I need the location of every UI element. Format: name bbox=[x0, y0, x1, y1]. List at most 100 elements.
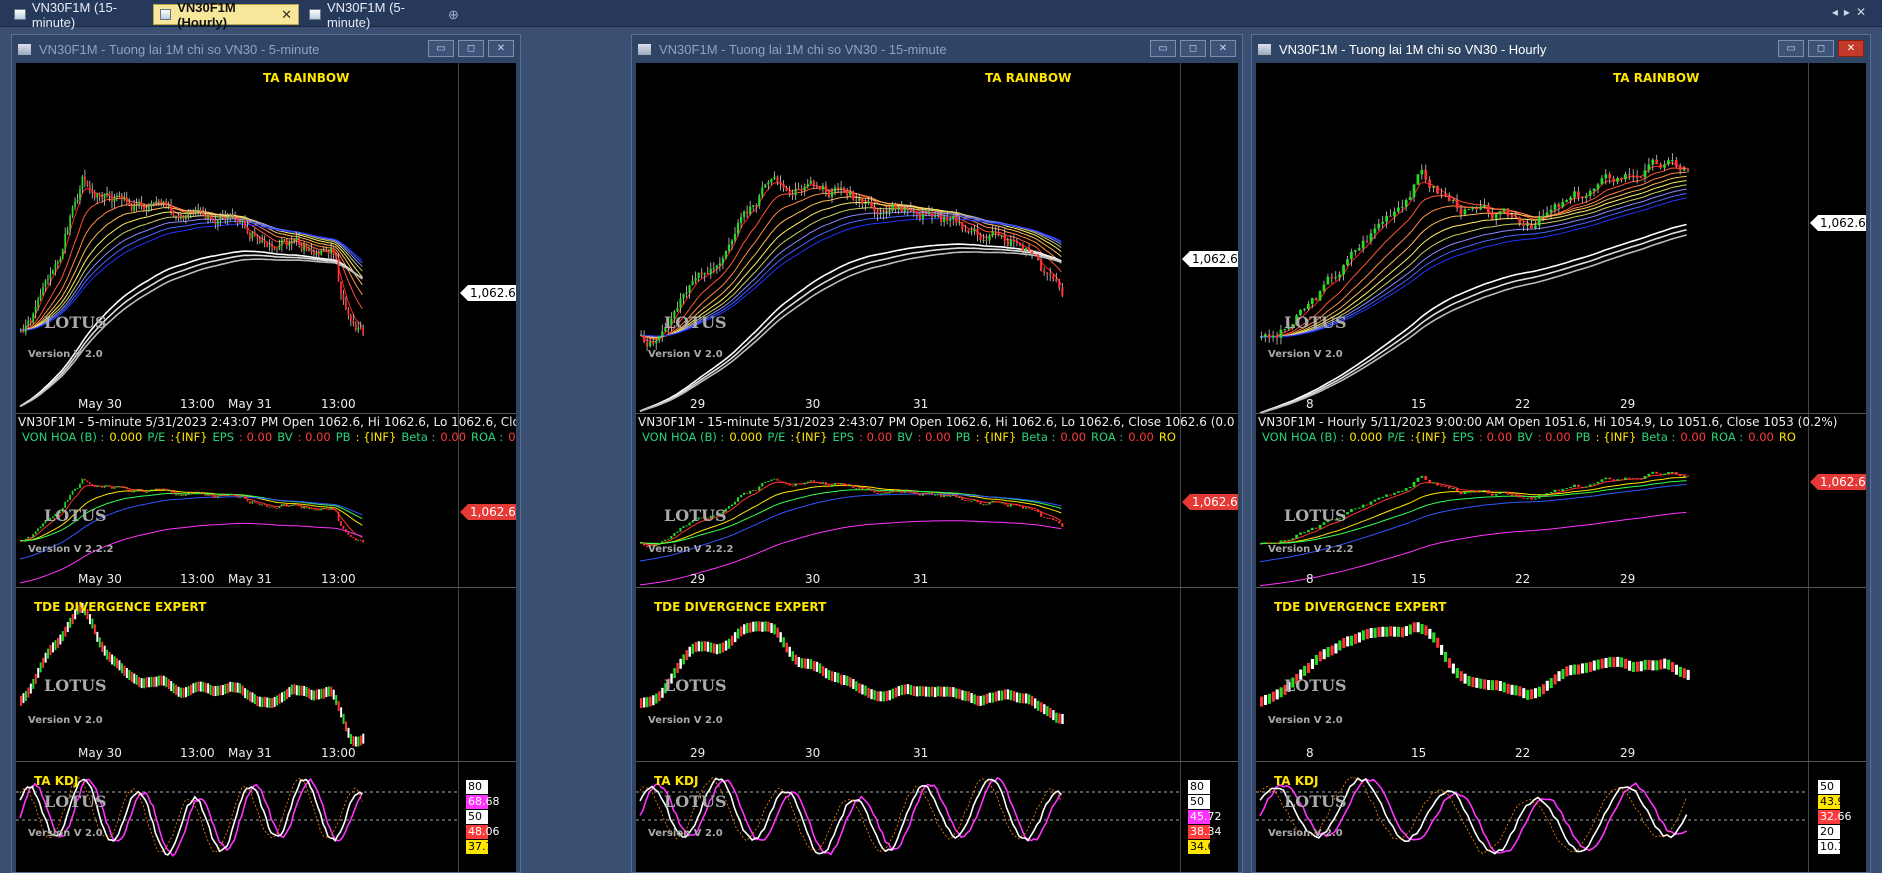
kdj-scale[interactable]: 50 43.9 32.66 20 10.17 bbox=[1808, 762, 1866, 872]
kdj-scale[interactable]: 80 50 45.72 38.34 34.65 bbox=[1180, 762, 1238, 872]
candle-body bbox=[818, 482, 821, 484]
close-button[interactable]: ✕ bbox=[1838, 40, 1864, 57]
price-scale[interactable]: 1,062.6 bbox=[1180, 414, 1238, 588]
price-scale[interactable]: 1,062.6 bbox=[458, 414, 516, 588]
candle-body bbox=[1533, 498, 1537, 500]
candle-body bbox=[138, 202, 140, 205]
fundamental-o: RO bbox=[1158, 430, 1176, 444]
kdj-lines[interactable] bbox=[16, 762, 458, 872]
candle-body bbox=[915, 211, 918, 215]
tde-divergence-pane[interactable]: TDE DIVERGENCE EXPERT LOTUS Version V 2.… bbox=[1256, 587, 1866, 762]
candle-body bbox=[268, 506, 271, 508]
window-titlebar[interactable]: VN30F1M - Tuong lai 1M chi so VN30 - 15-… bbox=[632, 35, 1242, 63]
tde-bar bbox=[1565, 666, 1569, 677]
kdj-lines[interactable] bbox=[1256, 762, 1808, 872]
secondary-price-pane[interactable]: VN30F1M - 5-minute 5/31/2023 2:43:07 PM … bbox=[16, 413, 516, 588]
candle-body bbox=[44, 280, 47, 288]
tde-bar bbox=[815, 661, 819, 672]
chart-window-3[interactable]: VN30F1M - Tuong lai 1M chi so VN30 - Hou… bbox=[1251, 34, 1871, 873]
time-axis-label: May 30 bbox=[78, 746, 122, 760]
candle-body bbox=[187, 492, 190, 495]
close-tab-icon[interactable]: ✕ bbox=[281, 7, 292, 23]
main-price-pane[interactable]: TA RAINBOW LOTUS Version V 2.0 29 30 31 1,… bbox=[636, 63, 1238, 413]
window-titlebar[interactable]: VN30F1M - Tuong lai 1M chi so VN30 - 5-m… bbox=[12, 35, 520, 63]
tde-bar bbox=[1596, 659, 1600, 670]
candle-body bbox=[1350, 251, 1353, 260]
price-scale[interactable]: 1,062.6 bbox=[458, 63, 516, 413]
main-price-pane[interactable]: TA RAINBOW LOTUS Version V 2.0 May 30 13:… bbox=[16, 63, 516, 413]
chart-window-1[interactable]: VN30F1M - Tuong lai 1M chi so VN30 - 5-m… bbox=[11, 34, 521, 873]
candle-body bbox=[133, 490, 136, 493]
pane-title: TA RAINBOW bbox=[1613, 71, 1700, 85]
candlestick-chart[interactable] bbox=[1256, 63, 1808, 413]
price-scale[interactable]: 1,062.6 bbox=[1808, 414, 1866, 588]
tde-histogram[interactable] bbox=[1256, 588, 1808, 762]
kdj-pane[interactable]: TA KDJ LOTUS Version V 2.0 80 50 45.72 38.3… bbox=[636, 761, 1238, 872]
candle-body bbox=[98, 485, 101, 487]
time-axis-label: 13:00 bbox=[321, 397, 356, 411]
tab-5-minute[interactable]: VN30F1M (5-minute) bbox=[303, 0, 443, 30]
candlestick-chart[interactable] bbox=[16, 63, 458, 413]
candle-body bbox=[1424, 169, 1428, 180]
kdj-lines[interactable] bbox=[636, 762, 1180, 872]
price-scale[interactable]: 1,062.6 bbox=[1808, 63, 1866, 413]
close-button[interactable]: ✕ bbox=[488, 40, 514, 57]
fundamental-g: BV bbox=[1517, 430, 1533, 444]
chart-area[interactable]: TA RAINBOW LOTUS Version V 2.0 May 30 13:… bbox=[16, 63, 516, 872]
candle-body bbox=[194, 492, 197, 494]
maximize-button[interactable]: ◻ bbox=[1808, 40, 1834, 57]
candle-body bbox=[1545, 493, 1549, 495]
tde-bar bbox=[1674, 664, 1679, 675]
time-axis-label: 22 bbox=[1515, 572, 1531, 586]
tde-bar bbox=[1263, 694, 1268, 705]
tde-histogram[interactable] bbox=[16, 588, 458, 762]
tde-bar bbox=[320, 688, 323, 699]
tde-bar bbox=[315, 689, 318, 700]
tde-bar bbox=[1428, 628, 1432, 639]
chart-area[interactable]: TA RAINBOW LOTUS Version V 2.0 8 15 22 29 1… bbox=[1256, 63, 1866, 872]
tde-bar bbox=[29, 683, 32, 694]
kdj-pane[interactable]: TA KDJ LOTUS Version V 2.0 80 68.68 50 48.0… bbox=[16, 761, 516, 872]
minimize-button[interactable]: ▭ bbox=[1150, 40, 1176, 57]
candle-body bbox=[155, 201, 158, 204]
tde-divergence-pane[interactable]: TDE DIVERGENCE EXPERT LOTUS Version V 2.… bbox=[16, 587, 516, 762]
tde-histogram[interactable] bbox=[636, 588, 1180, 762]
tab-hourly[interactable]: VN30F1M (Hourly) ✕ bbox=[153, 0, 299, 30]
tde-bar bbox=[846, 675, 849, 686]
minimize-button[interactable]: ▭ bbox=[1778, 40, 1804, 57]
candle-body bbox=[1373, 499, 1377, 502]
tab-scroll-controls[interactable]: ◂▸✕ bbox=[1832, 5, 1872, 19]
main-price-pane[interactable]: TA RAINBOW LOTUS Version V 2.0 8 15 22 29 1… bbox=[1256, 63, 1866, 413]
chart-area[interactable]: TA RAINBOW LOTUS Version V 2.0 29 30 31 1,… bbox=[636, 63, 1238, 872]
tde-divergence-pane[interactable]: TDE DIVERGENCE EXPERT LOTUS Version V 2.… bbox=[636, 587, 1238, 762]
maximize-button[interactable]: ◻ bbox=[1180, 40, 1206, 57]
tde-bar bbox=[241, 685, 244, 696]
indicator-scale[interactable] bbox=[1180, 588, 1238, 762]
kdj-pane[interactable]: TA KDJ LOTUS Version V 2.0 50 43.9 32.66 20… bbox=[1256, 761, 1866, 872]
candle-body bbox=[855, 199, 858, 201]
minimize-button[interactable]: ▭ bbox=[428, 40, 454, 57]
secondary-price-pane[interactable]: VN30F1M - Hourly 5/11/2023 9:00:00 AM Op… bbox=[1256, 413, 1866, 588]
indicator-scale[interactable] bbox=[1808, 588, 1866, 762]
tde-bar bbox=[362, 733, 365, 744]
candle-body bbox=[239, 497, 241, 499]
maximize-button[interactable]: ◻ bbox=[458, 40, 484, 57]
window-titlebar[interactable]: VN30F1M - Tuong lai 1M chi so VN30 - Hou… bbox=[1252, 35, 1870, 63]
candle-body bbox=[1541, 494, 1545, 496]
new-tab-icon[interactable]: ⊕ bbox=[442, 4, 466, 25]
candle-body bbox=[900, 490, 903, 493]
price-scale[interactable]: 1,062.6 bbox=[1180, 63, 1238, 413]
kdj-scale[interactable]: 80 68.68 50 48.06 37.75 bbox=[458, 762, 516, 872]
indicator-scale[interactable] bbox=[458, 588, 516, 762]
candle-body bbox=[1475, 207, 1479, 210]
fundamental-e: EPS bbox=[212, 430, 235, 444]
candle-body bbox=[313, 252, 315, 255]
secondary-price-pane[interactable]: VN30F1M - 15-minute 5/31/2023 2:43:07 PM… bbox=[636, 413, 1238, 588]
candlestick-chart[interactable] bbox=[636, 63, 1180, 413]
candle-body bbox=[335, 510, 337, 512]
chart-window-2[interactable]: VN30F1M - Tuong lai 1M chi so VN30 - 15-… bbox=[631, 34, 1243, 873]
close-button[interactable]: ✕ bbox=[1210, 40, 1236, 57]
tde-bar bbox=[937, 686, 940, 697]
tab-15-minute[interactable]: VN30F1M (15-minute) bbox=[8, 0, 153, 30]
lotus-watermark: LOTUS bbox=[1284, 792, 1347, 811]
